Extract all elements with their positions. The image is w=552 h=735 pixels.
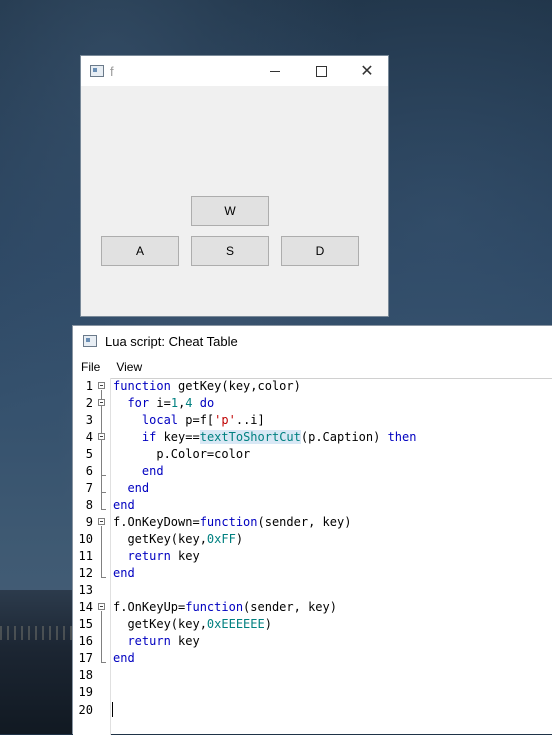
key-s-button[interactable]: S — [191, 236, 269, 266]
line-number: 11 — [78, 549, 93, 563]
line-number: 10 — [78, 532, 93, 546]
maximize-button[interactable] — [298, 56, 344, 86]
code-text: getKey(key,0xFF) — [113, 532, 244, 546]
line-number: 18 — [78, 668, 93, 682]
line-number: 13 — [78, 583, 93, 597]
code-text: f.OnKeyUp=function(sender, key) — [113, 600, 337, 614]
code-line: 12 end — [73, 565, 552, 582]
menu-bar: File View — [73, 356, 552, 379]
menu-file[interactable]: File — [73, 360, 108, 374]
form-titlebar[interactable]: f ✕ — [81, 56, 388, 86]
menu-view[interactable]: View — [108, 360, 150, 374]
code-line: 19 — [73, 684, 552, 701]
line-number: 6 — [85, 464, 93, 478]
code-text: function getKey(key,color) — [113, 379, 301, 393]
code-line: 3 local p=f['p'..i] — [73, 412, 552, 429]
line-number: 8 — [85, 498, 93, 512]
line-number: 15 — [78, 617, 93, 631]
city-skyline — [0, 590, 80, 734]
line-number: 5 — [85, 447, 93, 461]
code-text: end — [113, 498, 135, 512]
code-text: local p=f['p'..i] — [141, 413, 265, 427]
line-number: 4 — [85, 430, 93, 444]
code-line: 17 end — [73, 650, 552, 667]
form-window: f ✕ W A S D — [80, 55, 389, 317]
line-number: 19 — [78, 685, 93, 699]
key-d-button[interactable]: D — [281, 236, 359, 266]
code-line: 18 — [73, 667, 552, 684]
maximize-icon — [315, 65, 327, 77]
code-line: 4 if key==textToShortCut(p.Caption) then — [73, 429, 552, 446]
lua-titlebar[interactable]: Lua script: Cheat Table — [73, 326, 552, 356]
line-number: 14 — [78, 600, 93, 614]
code-text: if key==textToShortCut(p.Caption) then — [141, 430, 417, 444]
line-number: 2 — [85, 396, 93, 410]
lua-window-title: Lua script: Cheat Table — [105, 333, 238, 349]
minimize-button[interactable] — [252, 56, 298, 86]
code-line: 14 f.OnKeyUp=function(sender, key) — [73, 599, 552, 616]
code-line: 5 p.Color=color — [73, 446, 552, 463]
close-button[interactable]: ✕ — [344, 56, 390, 86]
code-text: p.Color=color — [113, 447, 251, 461]
code-text: f.OnKeyDown=function(sender, key) — [113, 515, 352, 529]
city-lights — [0, 626, 80, 640]
text-caret — [112, 702, 113, 717]
code-text: end — [127, 481, 150, 495]
line-number: 7 — [85, 481, 93, 495]
code-text: return key — [127, 549, 200, 563]
code-line: 8 end — [73, 497, 552, 514]
minimize-icon — [270, 70, 280, 72]
key-w-button[interactable]: W — [191, 196, 269, 226]
lua-script-window: Lua script: Cheat Table File View 1 func… — [72, 325, 552, 735]
lua-app-icon — [83, 335, 97, 347]
form-title: f — [110, 63, 114, 79]
code-text: end — [141, 464, 164, 478]
line-number: 20 — [78, 703, 93, 717]
close-icon: ✕ — [360, 63, 374, 80]
code-line: 15 getKey(key,0xEEEEEE) — [73, 616, 552, 633]
line-number: 16 — [78, 634, 93, 648]
code-line: 9 f.OnKeyDown=function(sender, key) — [73, 514, 552, 531]
code-text: getKey(key,0xEEEEEE) — [113, 617, 272, 631]
code-text: return key — [127, 634, 200, 648]
code-line: 7 end — [73, 480, 552, 497]
code-text: for i=1,4 do — [127, 396, 215, 410]
code-text: end — [113, 566, 135, 580]
line-number: 12 — [78, 566, 93, 580]
code-line: 6 end — [73, 463, 552, 480]
code-text: end — [113, 651, 135, 665]
line-number: 3 — [85, 413, 93, 427]
code-line: 1 function getKey(key,color) — [73, 378, 552, 395]
window-app-icon — [90, 65, 104, 77]
line-number: 1 — [85, 379, 93, 393]
code-line: 16 return key — [73, 633, 552, 650]
line-number: 17 — [78, 651, 93, 665]
code-line: 20 — [73, 702, 552, 719]
line-number: 9 — [85, 515, 93, 529]
code-line: 11 return key — [73, 548, 552, 565]
code-line: 13 — [73, 582, 552, 599]
code-line: 10 getKey(key,0xFF) — [73, 531, 552, 548]
code-line: 2 for i=1,4 do — [73, 395, 552, 412]
key-a-button[interactable]: A — [101, 236, 179, 266]
code-editor[interactable]: 1 function getKey(key,color) 2 for i=1,4… — [73, 378, 552, 735]
